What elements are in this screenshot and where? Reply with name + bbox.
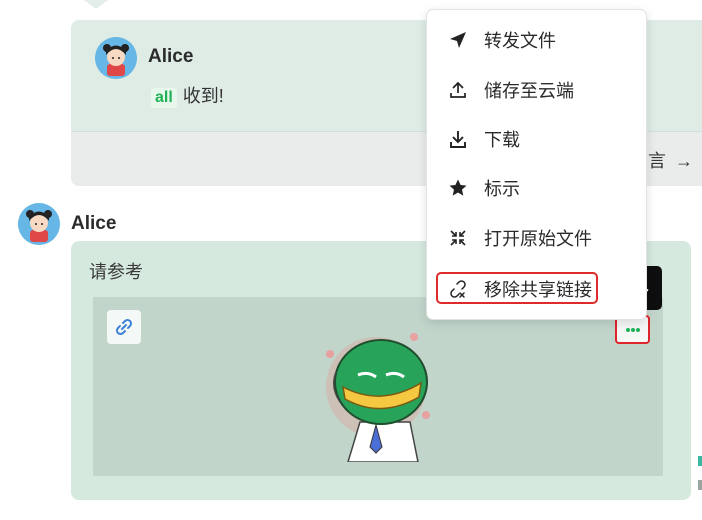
sender-name: Alice xyxy=(71,213,117,234)
avatar[interactable] xyxy=(95,37,137,79)
menu-item-forward[interactable]: 转发文件 xyxy=(427,20,646,60)
edge-mark xyxy=(698,480,702,490)
avatar[interactable] xyxy=(18,203,60,245)
link-button[interactable] xyxy=(107,310,141,344)
star-icon xyxy=(447,177,469,199)
menu-item-mark[interactable]: 标示 xyxy=(427,168,646,208)
menu-item-open-original[interactable]: 打开原始文件 xyxy=(427,218,646,258)
message-text: 请参考 xyxy=(89,262,143,282)
message-pointer xyxy=(84,0,108,9)
collapse-arrows-icon xyxy=(447,227,469,249)
menu-item-save-cloud[interactable]: 储存至云端 xyxy=(427,70,646,110)
sticker-image[interactable] xyxy=(318,327,448,462)
sender-name: Alice xyxy=(148,46,194,67)
download-icon xyxy=(447,128,469,150)
quoted-text: 收到! xyxy=(182,86,224,106)
edge-mark xyxy=(698,456,702,466)
mention-tag[interactable]: all xyxy=(151,88,177,108)
quoted-text-line: all 收到! xyxy=(151,82,224,108)
highlight-box xyxy=(436,272,598,304)
footer-text: 言 xyxy=(648,151,666,171)
more-dots-icon xyxy=(625,327,640,332)
view-original-link[interactable]: 言 → xyxy=(648,147,693,173)
link-icon xyxy=(115,318,133,336)
paper-plane-icon xyxy=(447,29,469,51)
arrow-right-icon: → xyxy=(675,151,694,171)
upload-icon xyxy=(447,79,469,101)
file-preview[interactable] xyxy=(93,297,663,476)
menu-item-download[interactable]: 下载 xyxy=(427,119,646,159)
